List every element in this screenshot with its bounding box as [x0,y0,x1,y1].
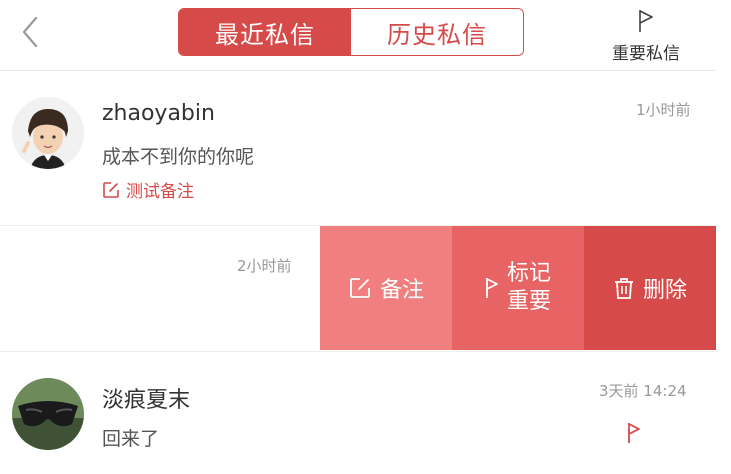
message-time: 3天前 14:24 [599,382,687,400]
flag-outline-icon [639,10,653,32]
message-time: 2小时前 [237,257,292,275]
edit-icon [350,278,370,298]
tab-history-messages[interactable]: 历史私信 [351,9,523,55]
conversation-row[interactable]: zhaoyabin 成本不到你的你呢 测试备注 1小时前 [0,71,716,226]
message-preview: 回来了 [102,428,160,450]
note-action-label: 备注 [379,278,424,303]
mark-important-button[interactable]: 标记 重要 [452,226,584,350]
note-action-button[interactable]: 备注 [320,226,452,350]
message-preview: 成本不到你的你呢 [102,146,255,168]
delete-action-button[interactable]: 删除 [584,226,716,350]
contact-name: zhaoyabin [102,101,215,126]
delete-action-label: 删除 [642,278,687,303]
important-messages-label: 重要私信 [612,44,680,64]
mark-important-label: 标记 重要 [507,260,551,316]
message-tabs: 最近私信 历史私信 [178,8,524,56]
back-button[interactable] [16,14,46,50]
tab-recent-messages[interactable]: 最近私信 [179,9,351,55]
important-flag-icon [628,423,640,443]
message-time: 1小时前 [636,101,691,119]
navigation-header: 最近私信 历史私信 重要私信 [0,0,716,71]
conversation-row[interactable]: 淡痕夏末 回来了 3天前 14:24 [0,351,716,474]
contact-name: 淡痕夏末 [102,388,191,413]
mark-label-line1: 标记 [506,261,551,286]
note-text: 测试备注 [126,182,194,202]
trash-icon [614,278,633,299]
important-messages-button[interactable]: 重要私信 [600,6,692,64]
chevron-left-icon [22,16,38,48]
conversation-note[interactable]: 测试备注 [102,177,194,202]
conversation-row-swiped[interactable]: 2小时前 备注 标记 重要 删除 [0,226,716,350]
mark-label-line2: 重要 [506,289,551,314]
flag-outline-icon [486,278,498,298]
edit-icon [103,181,119,198]
avatar [12,378,84,450]
swipe-actions: 备注 标记 重要 删除 [320,226,716,350]
avatar [12,97,84,169]
